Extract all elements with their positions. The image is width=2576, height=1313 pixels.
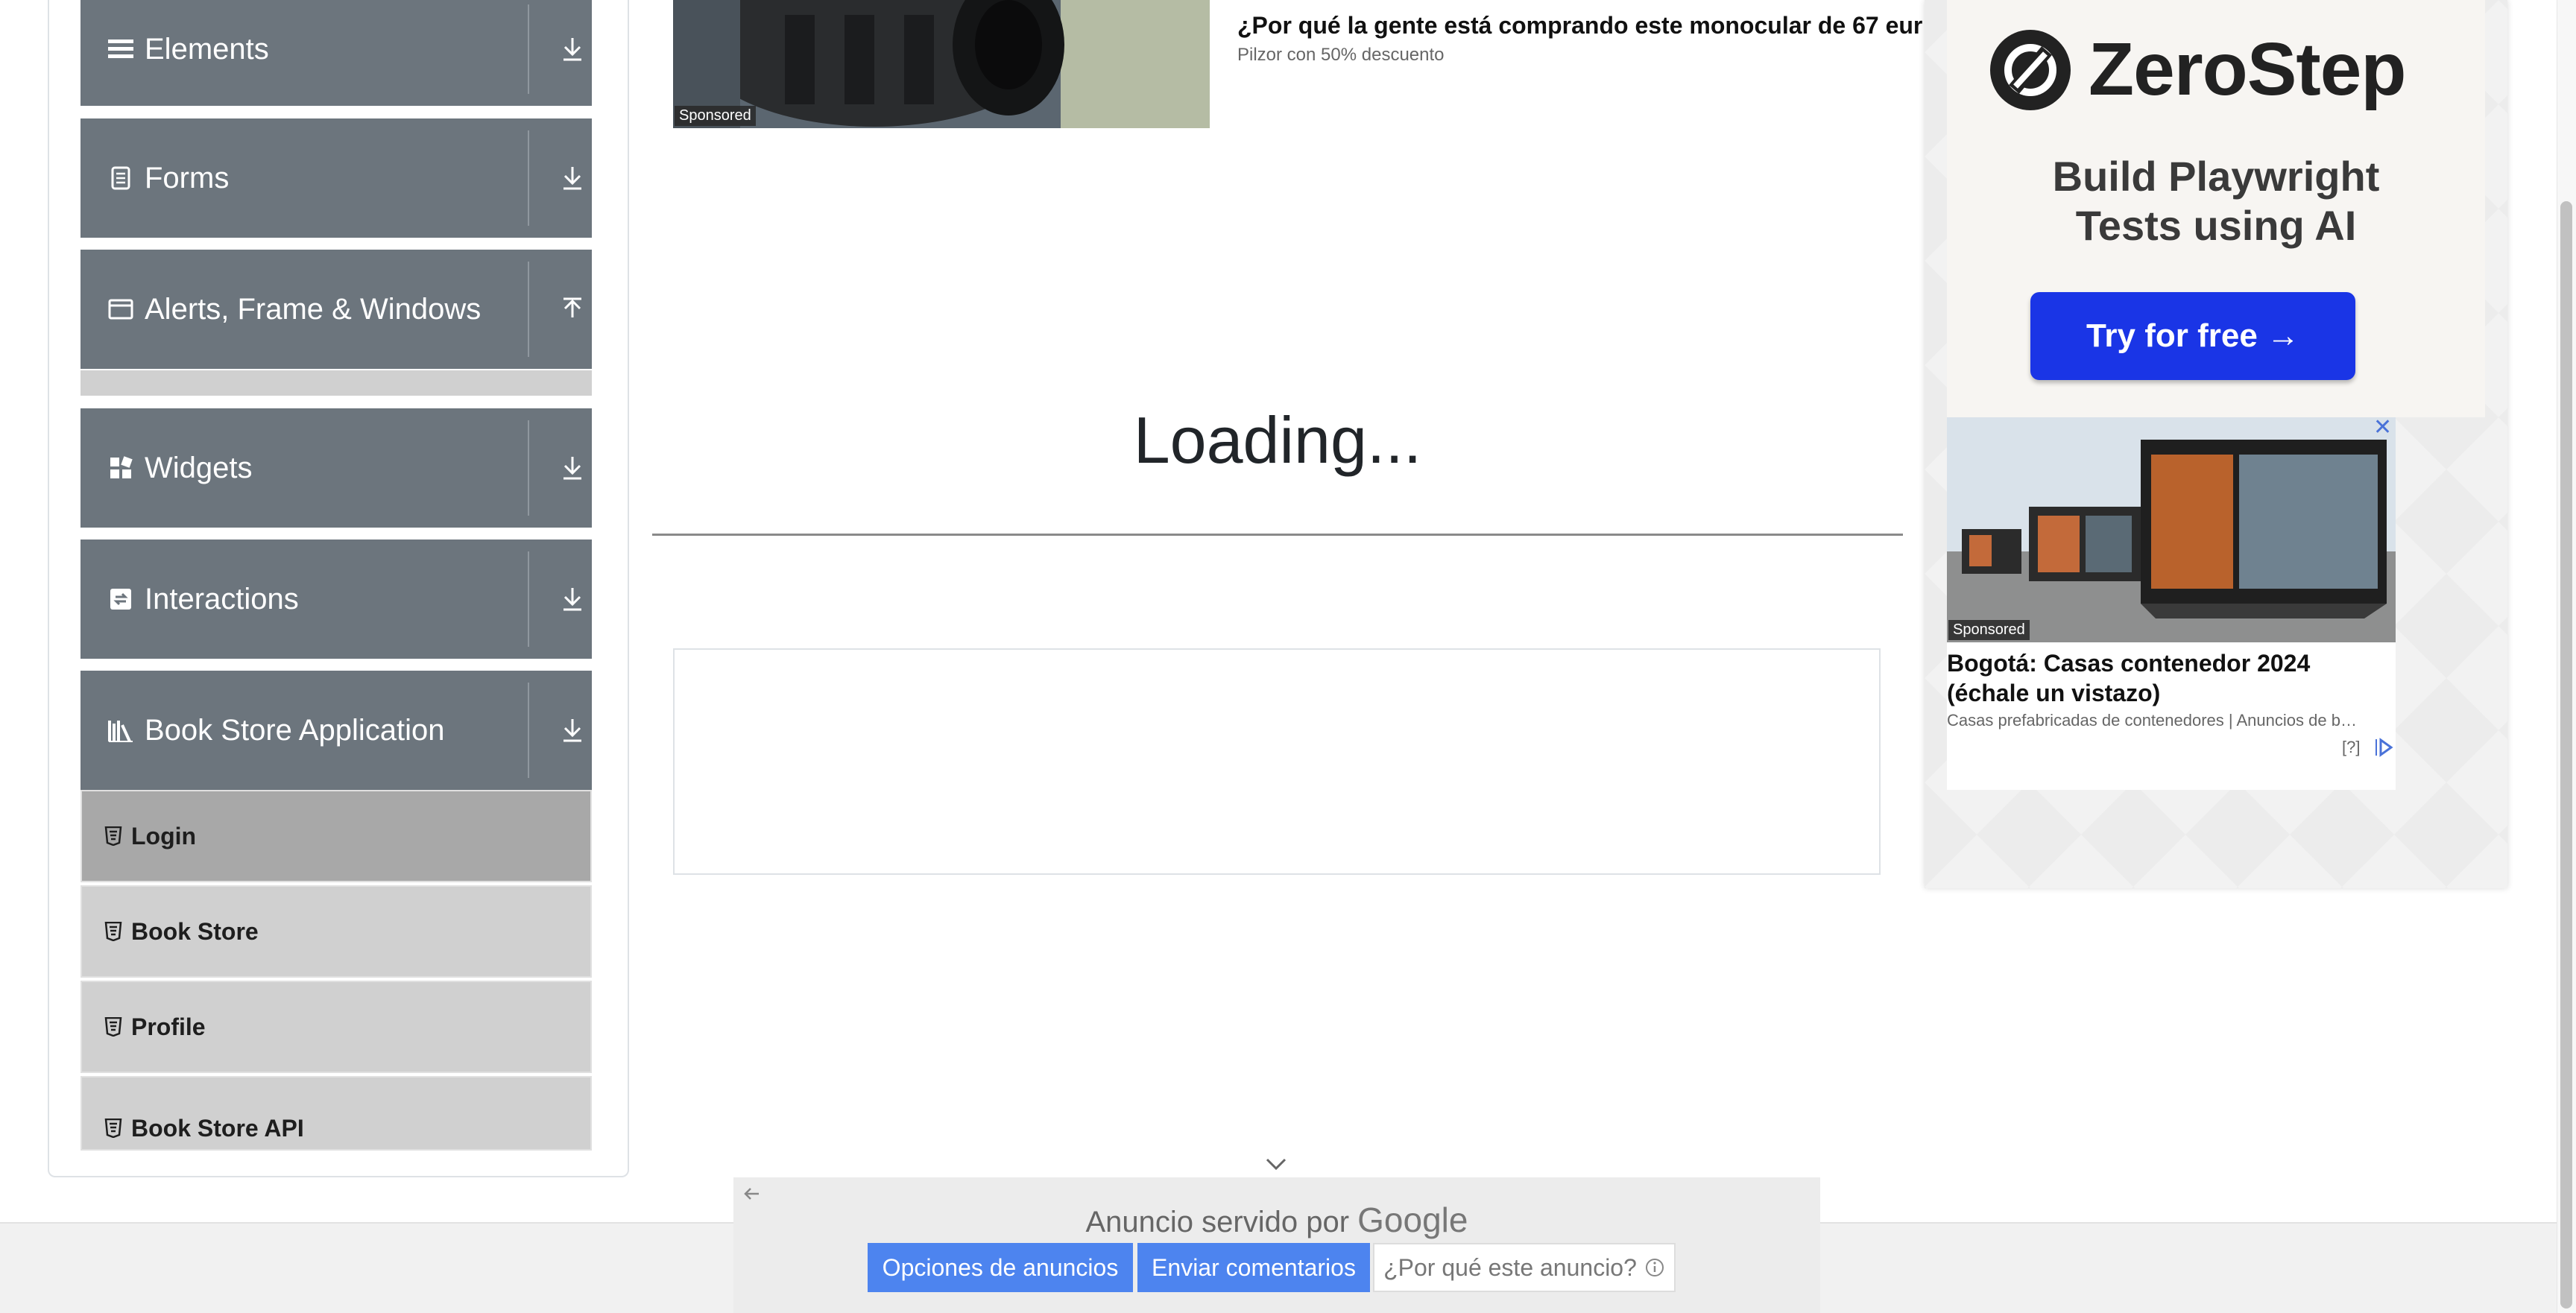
scrollbar-thumb[interactable] [2560, 201, 2572, 1309]
ad-help-link[interactable]: [?] [2342, 738, 2360, 757]
group-header-book-store-application[interactable]: Book Store Application [80, 671, 592, 790]
menu-item-book-store-api[interactable]: Book Store API [80, 1076, 592, 1151]
right-ad-panel: ZeroStep Build Playwright Tests using AI… [1925, 0, 2507, 888]
zerostep-ad[interactable]: ZeroStep Build Playwright Tests using AI… [1947, 0, 2485, 417]
ad-advertiser: Casas prefabricadas de contenedores | An… [1947, 711, 2357, 730]
content-placeholder-box [673, 648, 1881, 875]
group-header-forms[interactable]: Forms [80, 118, 592, 238]
html5-icon [104, 1017, 122, 1037]
menu-item-label: Profile [131, 1013, 206, 1040]
books-icon [104, 714, 137, 747]
menu-item-profile[interactable]: Profile [80, 981, 592, 1073]
download-arrow-icon[interactable] [543, 0, 602, 106]
why-this-ad-button[interactable]: ¿Por qué este anuncio? [1373, 1243, 1676, 1292]
divider [528, 551, 529, 647]
menu-item-label: Book Store [131, 917, 259, 945]
tagline-line-2: Tests using AI [2075, 202, 2357, 249]
zerostep-logo-icon [1990, 30, 2071, 110]
group-label: Alerts, Frame & Windows [145, 292, 482, 326]
ad-image-monocular[interactable]: Sponsored [673, 0, 1210, 128]
google-ad-bar: Anuncio servido por Google Opciones de a… [733, 1177, 1820, 1313]
interactions-icon [104, 583, 137, 616]
loading-message: Loading... [1133, 403, 1422, 477]
download-arrow-icon[interactable] [543, 118, 602, 238]
download-arrow-icon[interactable] [543, 671, 602, 790]
collapsed-panel [80, 370, 592, 396]
group-label: Elements [145, 32, 269, 66]
ad-headline[interactable]: ¿Por qué la gente está comprando este mo… [1237, 12, 1923, 39]
html5-icon [104, 826, 122, 846]
menu-item-book-store[interactable]: Book Store [80, 885, 592, 978]
why-this-ad-label: ¿Por qué este anuncio? [1383, 1253, 1637, 1281]
close-icon[interactable]: ✕ [2373, 414, 2392, 440]
group-label: Book Store Application [145, 713, 445, 747]
ad-served-by: Anuncio servido por Google [733, 1200, 1820, 1240]
download-arrow-icon[interactable] [543, 408, 602, 528]
chevron-down-icon[interactable] [1264, 1157, 1288, 1173]
ad-headline[interactable]: Bogotá: Casas contenedor 2024 (échale un… [1947, 648, 2396, 708]
group-label: Widgets [145, 451, 253, 484]
group-header-elements[interactable]: Elements [80, 0, 592, 106]
upload-arrow-icon[interactable] [543, 250, 602, 369]
html5-icon [104, 922, 122, 941]
group-header-widgets[interactable]: Widgets [80, 408, 592, 528]
ad-tagline: Build Playwright Tests using AI [1947, 152, 2485, 250]
widgets-icon [104, 452, 137, 484]
group-header-alerts[interactable]: Alerts, Frame & Windows [80, 250, 592, 369]
window-icon [104, 293, 137, 326]
divider [528, 420, 529, 516]
download-arrow-icon[interactable] [543, 540, 602, 659]
sponsored-label: Sponsored [675, 106, 756, 126]
ad-options-button[interactable]: Opciones de anuncios [868, 1243, 1133, 1292]
container-house-ad[interactable]: Sponsored ✕ Bogotá: Casas contenedor 202… [1947, 414, 2396, 790]
divider-line [652, 534, 1903, 536]
html5-icon [104, 1119, 122, 1138]
adchoices-icon[interactable] [2373, 738, 2394, 757]
google-logo: Google [1357, 1200, 1468, 1239]
served-by-text: Anuncio servido por [1085, 1206, 1350, 1238]
tagline-line-1: Build Playwright [2052, 153, 2380, 200]
try-for-free-button[interactable]: Try for free → [2030, 292, 2355, 380]
divider [528, 262, 529, 357]
group-label: Interactions [145, 582, 299, 616]
brand-name: ZeroStep [2089, 28, 2406, 111]
back-arrow-icon[interactable] [742, 1185, 762, 1203]
hamburger-icon [104, 33, 137, 66]
sponsored-label: Sponsored [1948, 620, 2030, 640]
divider [528, 683, 529, 778]
ad-advertiser: Pilzor con 50% descuento [1237, 45, 1445, 65]
send-feedback-button[interactable]: Enviar comentarios [1137, 1243, 1370, 1292]
group-label: Forms [145, 161, 230, 194]
document-icon [104, 162, 137, 194]
menu-item-label: Login [131, 822, 197, 850]
group-header-interactions[interactable]: Interactions [80, 540, 592, 659]
info-icon [1645, 1259, 1664, 1276]
ad-image-container-houses: Sponsored [1947, 417, 2396, 642]
menu-item-login[interactable]: Login [80, 790, 592, 882]
divider [528, 4, 529, 94]
container-houses-picture [1947, 417, 2396, 642]
menu-item-label: Book Store API [131, 1114, 304, 1142]
divider [528, 130, 529, 226]
